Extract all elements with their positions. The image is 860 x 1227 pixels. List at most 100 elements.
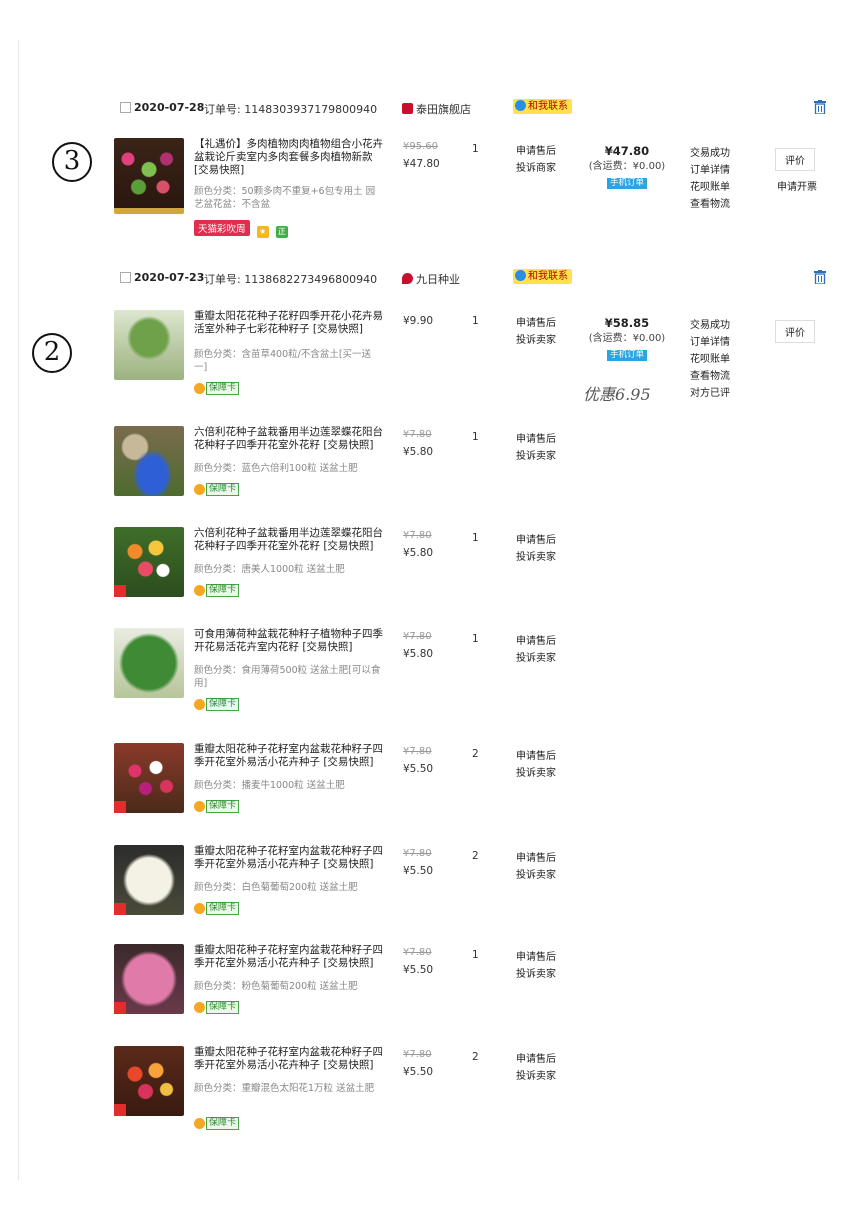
total-amount: ¥47.80 (604, 144, 650, 158)
quantity: 2 (472, 1051, 479, 1063)
huabei-bill-link[interactable]: 花呗账单 (690, 351, 730, 368)
contact-seller-button[interactable]: 和我联系 (513, 99, 572, 114)
complain-link[interactable]: 投诉商家 (516, 160, 556, 177)
view-logistics-link[interactable]: 查看物流 (690, 368, 730, 385)
order-number: 订单号: 1148303937179800940 (204, 103, 378, 116)
guarantee-card-badge: 保障卡 (194, 584, 240, 597)
product-spec: 颜色分类：重瓣混色太阳花1万粒 送盆土肥 (194, 1083, 375, 1094)
product-badges: 保障卡 (194, 800, 240, 815)
product-image[interactable] (114, 426, 184, 496)
product-image[interactable] (114, 1046, 184, 1116)
order-date: 2020-07-23 (134, 271, 205, 284)
quantity: 1 (472, 431, 479, 443)
quantity: 1 (472, 633, 479, 645)
order-details-link[interactable]: 订单详情 (690, 334, 730, 351)
product-title[interactable]: 重瓣太阳花种子花籽室内盆栽花种籽子四季开花室外易活小花卉种子 [交易快照] (194, 944, 384, 970)
order-header: 2020-07-28 订单号: 1148303937179800940 泰田旗舰… (118, 97, 830, 121)
product-title[interactable]: 【礼遇价】多肉植物肉肉植物组合小花卉盆栽论斤卖室内多肉套餐多肉植物新款 [交易快… (194, 138, 384, 177)
order-item: 六倍利花种子盆栽番用半边莲翠蝶花阳台花种籽子四季开花室外花籽 [交易快照] 颜色… (114, 527, 834, 607)
complain-link[interactable]: 投诉卖家 (516, 966, 556, 983)
apply-after-sale-link[interactable]: 申请售后 (516, 143, 556, 160)
price-original: ¥7.80 (403, 1049, 432, 1060)
flower-icon (194, 484, 205, 495)
order-checkbox[interactable] (120, 272, 131, 283)
order-checkbox[interactable] (120, 102, 131, 113)
apply-after-sale-link[interactable]: 申请售后 (516, 1051, 556, 1068)
product-image[interactable] (114, 138, 184, 214)
product-image[interactable] (114, 527, 184, 597)
flower-icon (194, 1118, 205, 1129)
guarantee-card-badge: 保障卡 (194, 1001, 240, 1014)
guarantee-card-badge: 保障卡 (194, 483, 240, 496)
flower-icon (194, 1002, 205, 1013)
shop-label: 九日种业 (416, 273, 460, 286)
price-original: ¥7.80 (403, 746, 432, 757)
price-original: ¥7.80 (403, 947, 432, 958)
apply-after-sale-link[interactable]: 申请售后 (516, 949, 556, 966)
product-badges: 保障卡 (194, 698, 240, 713)
price-original: ¥7.80 (403, 848, 432, 859)
price-paid: ¥5.80 (403, 446, 434, 458)
service-links: 申请售后 投诉卖家 (516, 748, 556, 782)
shop-icon (402, 273, 413, 284)
product-title[interactable]: 重瓣太阳花种子花籽室内盆栽花种籽子四季开花室外易活小花卉种子 [交易快照] (194, 845, 384, 871)
product-title[interactable]: 六倍利花种子盆栽番用半边莲翠蝶花阳台花种籽子四季开花室外花籽 [交易快照] (194, 527, 384, 553)
product-badges: 保障卡 (194, 1001, 240, 1016)
price-paid: ¥5.50 (403, 865, 434, 877)
contact-label: 和我联系 (528, 271, 568, 282)
complain-link[interactable]: 投诉卖家 (516, 650, 556, 667)
shop-name[interactable]: 九日种业 (402, 271, 460, 287)
product-spec: 颜色分类：50颗多肉不重复+6包专用土 园艺盆花盆：不含盆 (194, 186, 376, 210)
product-title[interactable]: 可食用薄荷种盆栽花种籽子植物种子四季开花易活花卉室内花籽 [交易快照] (194, 628, 384, 654)
product-image[interactable] (114, 845, 184, 915)
shop-label: 泰田旗舰店 (416, 103, 471, 116)
apply-after-sale-link[interactable]: 申请售后 (516, 633, 556, 650)
apply-after-sale-link[interactable]: 申请售后 (516, 532, 556, 549)
product-title[interactable]: 重瓣太阳花花种子花籽四季开花小花卉易活室外种子七彩花种籽子 [交易快照] (194, 310, 384, 336)
price-paid: ¥5.50 (403, 1066, 434, 1078)
contact-seller-button[interactable]: 和我联系 (513, 269, 572, 284)
flower-icon (194, 585, 205, 596)
shop-name[interactable]: 泰田旗舰店 (402, 101, 471, 117)
trash-icon[interactable] (814, 100, 826, 114)
guarantee-card-badge: 保障卡 (194, 382, 240, 395)
order-details-link[interactable]: 订单详情 (690, 162, 730, 179)
product-title[interactable]: 重瓣太阳花种子花籽室内盆栽花种籽子四季开花室外易活小花卉种子 [交易快照] (194, 1046, 384, 1072)
view-logistics-link[interactable]: 查看物流 (690, 196, 730, 213)
apply-invoice-link[interactable]: 申请开票 (777, 178, 817, 193)
trash-icon[interactable] (814, 270, 826, 284)
product-image[interactable] (114, 743, 184, 813)
mobile-order-tag: 手机订单 (606, 350, 647, 361)
complain-link[interactable]: 投诉卖家 (516, 549, 556, 566)
status-trade-success: 交易成功 (690, 320, 730, 331)
apply-after-sale-link[interactable]: 申请售后 (516, 315, 556, 332)
apply-after-sale-link[interactable]: 申请售后 (516, 850, 556, 867)
product-title[interactable]: 重瓣太阳花种子花籽室内盆栽花种籽子四季开花室外易活小花卉种子 [交易快照] (194, 743, 384, 769)
total-amount: ¥58.85 (604, 316, 650, 330)
apply-after-sale-link[interactable]: 申请售后 (516, 748, 556, 765)
complain-link[interactable]: 投诉卖家 (516, 765, 556, 782)
price-paid: ¥9.90 (403, 315, 434, 327)
product-spec: 颜色分类：白色菊葡萄200粒 送盆土肥 (194, 882, 358, 893)
product-image[interactable] (114, 628, 184, 698)
product-title[interactable]: 六倍利花种子盆栽番用半边莲翠蝶花阳台花种籽子四季开花室外花籽 [交易快照] (194, 426, 384, 452)
complain-link[interactable]: 投诉卖家 (516, 867, 556, 884)
promo-tag: 天猫彩吹周 (194, 220, 250, 236)
huabei-bill-link[interactable]: 花呗账单 (690, 179, 730, 196)
quantity: 1 (472, 315, 479, 327)
order-status: 交易成功 订单详情 花呗账单 查看物流 (690, 145, 730, 213)
product-image[interactable] (114, 944, 184, 1014)
product-image[interactable] (114, 310, 184, 380)
service-links: 申请售后 投诉卖家 (516, 1051, 556, 1085)
complain-link[interactable]: 投诉卖家 (516, 1068, 556, 1085)
complain-link[interactable]: 投诉卖家 (516, 332, 556, 349)
annotation-circle-2: 2 (32, 333, 72, 373)
price-original: ¥95.60 (403, 141, 438, 152)
price-paid: ¥5.80 (403, 648, 434, 660)
review-button[interactable]: 评价 (775, 320, 815, 343)
order-item: 重瓣太阳花种子花籽室内盆栽花种籽子四季开花室外易活小花卉种子 [交易快照] 颜色… (114, 944, 834, 1024)
complain-link[interactable]: 投诉卖家 (516, 448, 556, 465)
chat-bubble-icon (515, 270, 526, 281)
apply-after-sale-link[interactable]: 申请售后 (516, 431, 556, 448)
review-button[interactable]: 评价 (775, 148, 815, 171)
